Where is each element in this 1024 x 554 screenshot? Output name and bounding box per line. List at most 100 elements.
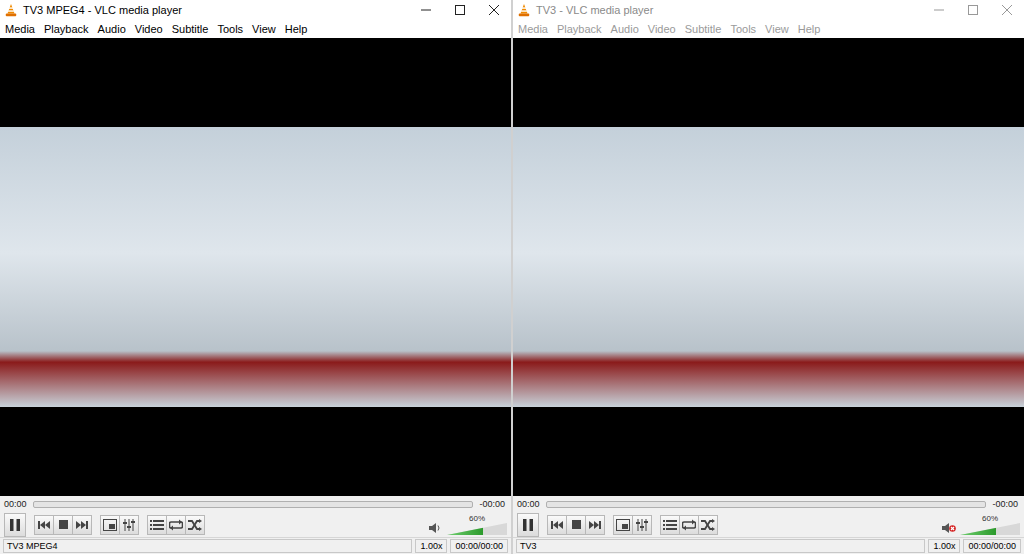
controls-bar: 60% [513, 512, 1024, 537]
volume-reading: 60% [469, 514, 485, 523]
vlc-window[interactable]: TV3 - VLC media player MediaPlaybackAudio… [513, 0, 1024, 554]
menu-bar: MediaPlaybackAudioVideoSubtitleToolsView… [0, 20, 511, 38]
extended-settings-button[interactable] [633, 515, 652, 535]
previous-button[interactable] [547, 515, 567, 535]
volume-slider[interactable] [447, 523, 507, 535]
shuffle-button[interactable] [699, 515, 718, 535]
pause-icon [522, 518, 534, 532]
menu-item[interactable]: Audio [608, 23, 645, 35]
stop-icon [572, 520, 581, 529]
volume-reading: 60% [982, 514, 998, 523]
pause-icon [9, 518, 21, 532]
elapsed-time: 00:00 [4, 499, 27, 509]
menu-item[interactable]: Media [2, 23, 41, 35]
menu-bar: MediaPlaybackAudioVideoSubtitleToolsView… [513, 20, 1024, 38]
next-button[interactable] [586, 515, 605, 535]
close-icon [1002, 5, 1012, 15]
menu-item[interactable]: Help [282, 23, 314, 35]
menu-item[interactable]: Help [795, 23, 827, 35]
menu-item[interactable]: View [762, 23, 795, 35]
playlist-icon [150, 519, 164, 531]
next-icon [589, 520, 601, 530]
loop-icon [682, 519, 696, 531]
menu-item[interactable]: View [249, 23, 282, 35]
controls-bar: 60% [0, 512, 511, 537]
menu-item[interactable]: Audio [95, 23, 132, 35]
equalizer-icon [635, 519, 649, 531]
next-icon [76, 520, 88, 530]
vlc-window[interactable]: TV3 MPEG4 - VLC media player MediaPlaybac… [0, 0, 511, 554]
loop-button[interactable] [167, 515, 186, 535]
play-pause-button[interactable] [517, 513, 539, 537]
loop-icon [169, 519, 183, 531]
minimize-button[interactable] [409, 0, 443, 20]
minimize-button[interactable] [922, 0, 956, 20]
seek-row: 00:00 -00:00 [513, 496, 1024, 512]
seek-slider[interactable] [546, 501, 987, 508]
menu-item[interactable]: Video [645, 23, 682, 35]
playback-speed[interactable]: 1.00x [928, 539, 960, 553]
status-bar: TV31.00x00:00/00:00 [513, 537, 1024, 554]
menu-item[interactable]: Media [515, 23, 554, 35]
time-display[interactable]: 00:00/00:00 [963, 539, 1021, 553]
time-display[interactable]: 00:00/00:00 [450, 539, 508, 553]
menu-item[interactable]: Video [132, 23, 169, 35]
menu-item[interactable]: Subtitle [682, 23, 728, 35]
shuffle-button[interactable] [186, 515, 205, 535]
stop-button[interactable] [567, 515, 586, 535]
fullscreen-icon [103, 519, 117, 531]
status-bar: TV3 MPEG41.00x00:00/00:00 [0, 537, 511, 554]
vlc-cone-icon [517, 3, 531, 17]
media-name: TV3 MPEG4 [3, 539, 412, 553]
playlist-button[interactable] [660, 515, 680, 535]
playback-speed[interactable]: 1.00x [415, 539, 447, 553]
remaining-time: -00:00 [479, 499, 505, 509]
title-bar[interactable]: TV3 - VLC media player [513, 0, 1024, 20]
close-button[interactable] [990, 0, 1024, 20]
window-title: TV3 - VLC media player [536, 4, 922, 16]
window-title: TV3 MPEG4 - VLC media player [23, 4, 409, 16]
menu-item[interactable]: Tools [214, 23, 249, 35]
volume-slider[interactable] [960, 523, 1020, 535]
stop-button[interactable] [54, 515, 73, 535]
menu-item[interactable]: Playback [554, 23, 608, 35]
stop-icon [59, 520, 68, 529]
fullscreen-icon [616, 519, 630, 531]
previous-icon [551, 520, 563, 530]
minimize-icon [934, 5, 944, 15]
seek-slider[interactable] [33, 501, 474, 508]
title-bar[interactable]: TV3 MPEG4 - VLC media player [0, 0, 511, 20]
maximize-icon [968, 5, 978, 15]
elapsed-time: 00:00 [517, 499, 540, 509]
equalizer-icon [122, 519, 136, 531]
vlc-cone-icon [4, 3, 18, 17]
loop-button[interactable] [680, 515, 699, 535]
desktop: TV3 MPEG4 - VLC media playerMediaPlaybac… [0, 0, 1024, 554]
video-area[interactable] [513, 38, 1024, 496]
maximize-icon [455, 5, 465, 15]
menu-item[interactable]: Tools [727, 23, 762, 35]
shuffle-icon [188, 519, 202, 531]
video-area[interactable] [0, 38, 511, 496]
maximize-button[interactable] [956, 0, 990, 20]
fullscreen-button[interactable] [613, 515, 633, 535]
speaker-icon[interactable] [429, 522, 443, 534]
playlist-button[interactable] [147, 515, 167, 535]
next-button[interactable] [73, 515, 92, 535]
playlist-icon [663, 519, 677, 531]
menu-item[interactable]: Playback [41, 23, 95, 35]
previous-button[interactable] [34, 515, 54, 535]
video-frame [0, 127, 511, 407]
media-name: TV3 [516, 539, 925, 553]
fullscreen-button[interactable] [100, 515, 120, 535]
menu-item[interactable]: Subtitle [169, 23, 215, 35]
minimize-icon [421, 5, 431, 15]
remaining-time: -00:00 [992, 499, 1018, 509]
play-pause-button[interactable] [4, 513, 26, 537]
video-frame [513, 127, 1024, 407]
extended-settings-button[interactable] [120, 515, 139, 535]
close-button[interactable] [477, 0, 511, 20]
maximize-button[interactable] [443, 0, 477, 20]
seek-row: 00:00 -00:00 [0, 496, 511, 512]
muted-speaker-icon[interactable] [942, 522, 956, 534]
